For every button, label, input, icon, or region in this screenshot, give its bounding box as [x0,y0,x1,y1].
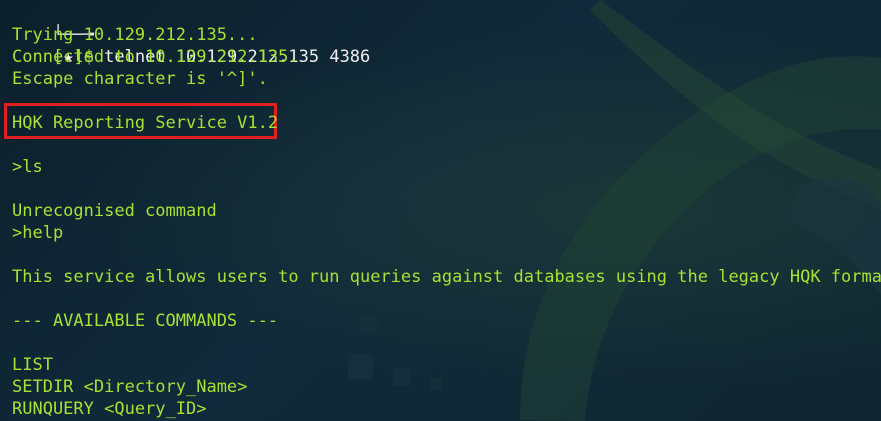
background-square [360,316,378,334]
terminal-output-connected: Connected to 10.129.212.135. [12,47,299,67]
command-prompt-line[interactable]: └──╼ [★]$ telnet 10.129.212.135 4386 [12,2,370,67]
terminal-output-escape: Escape character is '^]'. [12,69,268,89]
list-command: LIST [12,355,53,375]
runquery-command: RUNQUERY <Query_ID> [12,399,207,419]
terminal-output-service-description: This service allows users to run queries… [12,267,881,287]
terminal-window[interactable]: └──╼ [★]$ telnet 10.129.212.135 4386 Try… [0,0,881,421]
terminal-output-unrecognised: Unrecognised command [12,201,217,221]
service-banner: HQK Reporting Service V1.2 [12,113,279,133]
background-square [393,368,411,386]
setdir-command: SETDIR <Directory_Name> [12,377,248,397]
terminal-output-trying: Trying 10.129.212.135... [12,25,258,45]
available-commands-header: --- AVAILABLE COMMANDS --- [12,311,279,331]
terminal-input-ls[interactable]: >ls [12,156,43,178]
background-square [348,354,373,379]
terminal-input-help[interactable]: >help [12,222,63,244]
background-square [430,378,442,390]
